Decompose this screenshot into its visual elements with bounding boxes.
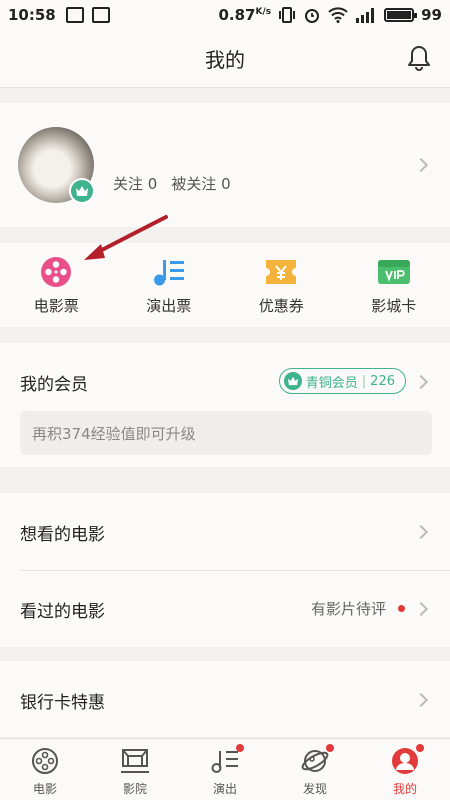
network-speed: 0.87K/s [218,6,272,24]
quick-link-label: 优惠券 [258,297,304,315]
chevron-right-icon [413,601,429,617]
crown-icon [283,372,302,390]
row-label: 想看的电影 [20,525,105,545]
tab-label: 我的 [392,782,417,796]
quick-link-label: 演出票 [146,297,192,315]
notification-dot [326,744,334,752]
alarm-icon [305,9,320,23]
quick-link-movie-tickets[interactable]: 电影票 [0,243,113,327]
vibrate-icon [279,7,296,23]
follow-stats: 关注 0 被关注 0 [113,173,231,194]
wifi-icon [328,7,348,23]
chevron-right-icon [413,692,429,708]
header-bar: 我的 [0,30,450,88]
tab-cinemas[interactable]: 影院 [90,739,180,800]
page-title: 我的 [205,48,245,72]
member-level-badge[interactable]: 青铜会员 | 226 [278,368,406,394]
quick-link-label: 电影票 [33,297,79,315]
tab-shows[interactable]: 演出 [180,739,270,800]
vip-card-icon [377,260,410,284]
bank-offers-row[interactable]: 银行卡特惠 [0,661,450,738]
quick-link-cinema-card[interactable]: 影城卡 [338,243,450,327]
bell-icon[interactable] [406,44,432,72]
want-to-watch-row[interactable]: 想看的电影 [0,493,450,571]
tab-mine[interactable]: 我的 [360,739,450,800]
quick-link-coupons[interactable]: 优惠券 [225,243,338,327]
chevron-right-icon [413,374,429,390]
app-notification-icon [91,7,110,23]
user-icon [392,748,418,774]
pending-review-hint: 有影片待评 [310,600,386,618]
member-level: 青铜会员 [305,375,358,391]
chevron-right-icon [413,524,429,540]
bottom-tab-bar: 电影 影院 演出 发现 我的 [0,738,450,800]
tab-label: 发现 [302,782,327,796]
member-points: 226 [370,373,395,389]
film-reel-icon [32,748,58,774]
row-label: 看过的电影 [20,602,105,622]
chevron-right-icon [413,157,429,173]
tab-label: 演出 [212,782,237,796]
status-bar: 10:58 0.87K/s 99 [0,0,450,30]
battery-icon [384,8,418,22]
quick-links: 电影票 演出票 优惠券 影城卡 [0,243,450,327]
tab-label: 电影 [32,782,57,796]
profile-card[interactable]: 关注 0 被关注 0 [0,103,450,227]
tab-discover[interactable]: 发现 [270,739,360,800]
planet-icon [301,750,329,772]
quick-link-show-tickets[interactable]: 演出票 [113,243,226,327]
quick-link-label: 影城卡 [371,297,417,315]
status-time: 10:58 [8,6,56,24]
movie-list-card: 想看的电影 看过的电影 有影片待评 [0,493,450,647]
film-reel-icon [41,257,72,287]
music-note-icon [153,260,184,286]
row-label: 银行卡特惠 [20,693,105,713]
bank-offers-card[interactable]: 银行卡特惠 [0,661,450,737]
member-card[interactable]: 我的会员 青铜会员 | 226 再积374经验值即可升级 [0,343,450,467]
battery-level: 99 [421,6,442,24]
member-title: 我的会员 [20,375,88,395]
tab-movies[interactable]: 电影 [0,739,90,800]
notification-dot [398,605,405,612]
following-stat[interactable]: 关注 0 [113,173,157,194]
coupon-icon [266,260,297,284]
tab-label: 影院 [122,782,147,796]
followers-stat[interactable]: 被关注 0 [171,173,230,194]
signal-icon [356,8,375,23]
upgrade-tip: 再积374经验值即可升级 [20,411,432,455]
crown-icon [69,178,95,204]
notification-dot [416,744,424,752]
gallery-notification-icon [65,7,84,23]
notification-dot [236,744,244,752]
watched-row[interactable]: 看过的电影 有影片待评 [0,570,450,647]
cinema-screen-icon [121,749,149,773]
music-note-icon [211,751,238,773]
